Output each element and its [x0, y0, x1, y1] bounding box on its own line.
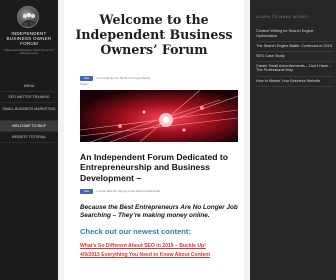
- facebook-like-text: 1.1k people like this. Be the first of y…: [96, 76, 151, 80]
- content-link[interactable]: What’s So Different About SEO in 2015 – …: [80, 243, 206, 249]
- recent-posts-list: Content Writing for Search Engine Optimi…: [256, 27, 334, 87]
- site-description: Independent Business Owner Forum for Ent…: [4, 48, 54, 56]
- sidebar-item-small-business-marketing[interactable]: SMALL BUSINESS MARKETING: [0, 103, 58, 121]
- sidebar-item-website-tutorial[interactable]: WEBSITE TUTORIAL: [0, 132, 58, 143]
- list-item[interactable]: SEO Case Study: [256, 52, 334, 62]
- main-content: Welcome to the Independent Business Owne…: [64, 0, 244, 280]
- facebook-like-button-2[interactable]: Like: [80, 188, 93, 194]
- list-item[interactable]: Create Small Advertisements – Don’t Have…: [256, 62, 334, 77]
- business-team-logo-icon[interactable]: [17, 6, 39, 28]
- hero-image: [80, 90, 238, 142]
- list-item[interactable]: How to Market Your Business Website: [256, 77, 334, 87]
- page-title: Welcome to the Independent Business Owne…: [75, 12, 233, 57]
- tweet-link[interactable]: Tweet: [80, 82, 87, 86]
- section-title: An Independent Forum Dedicated to Entrep…: [80, 152, 229, 183]
- sidebar-nav: MENU SEO MATTER TRAINING SMALL BUSINESS …: [0, 81, 58, 143]
- content-link[interactable]: 4/9/2015 Everything You Need to Know Abo…: [80, 252, 210, 258]
- list-item[interactable]: Content Writing for Search Engine Optimi…: [256, 27, 334, 42]
- newest-content-heading: Check out our newest content:: [80, 227, 191, 236]
- right-sidebar: LEARN TO MAKE MONEY Content Writing for …: [250, 0, 336, 280]
- widget-title: LEARN TO MAKE MONEY: [256, 15, 309, 19]
- list-item[interactable]: The Search Engine Battle: Continues in 2…: [256, 42, 334, 52]
- sidebar-item-welcome[interactable]: WELCOME TO IBOF: [0, 121, 58, 132]
- facebook-like-widget-2: Like 1 person likes this. Sign Up to see…: [80, 188, 161, 194]
- sidebar-item-menu[interactable]: MENU: [0, 81, 58, 92]
- facebook-like-widget: Like 1.1k people like this. Be the first…: [80, 75, 151, 81]
- left-sidebar: INDEPENDENT BUSINESS OWNER FORUM Indepen…: [0, 0, 58, 280]
- site-title[interactable]: INDEPENDENT BUSINESS OWNER FORUM: [2, 31, 56, 47]
- facebook-like-text-2: 1 person likes this. Sign Up to see what…: [96, 189, 162, 193]
- facebook-like-button[interactable]: Like: [80, 75, 93, 81]
- sidebar-item-seo-matter-training[interactable]: SEO MATTER TRAINING: [0, 92, 58, 103]
- tagline: Because the Best Entrepreneurs Are No Lo…: [80, 204, 238, 219]
